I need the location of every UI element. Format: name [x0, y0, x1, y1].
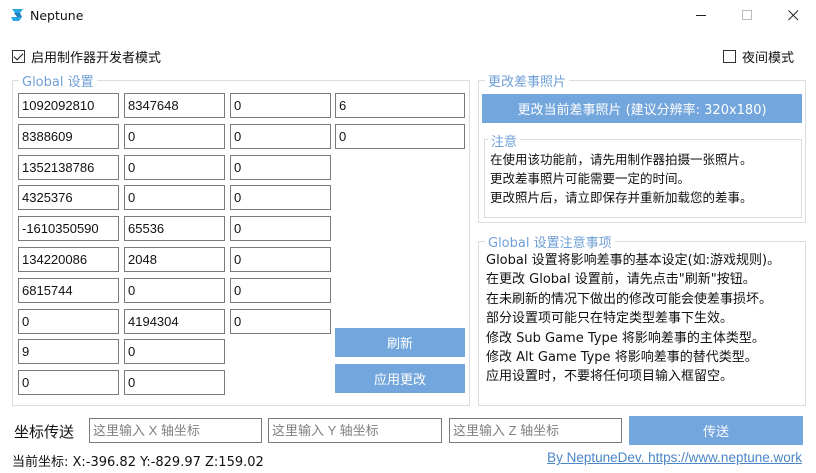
photo-note-title: 注意: [488, 131, 521, 150]
minimize-button[interactable]: [678, 0, 724, 31]
global-setting-field[interactable]: [230, 155, 331, 180]
tip-line: 在更改 Global 设置前，请先点击"刷新"按钮。: [486, 272, 756, 288]
global-setting-field[interactable]: [124, 278, 225, 303]
tip-line: 应用设置时，不要将任何项目输入框留空。: [486, 369, 734, 385]
global-notes-title: Global 设置注意事项: [485, 232, 615, 251]
global-setting-field[interactable]: [18, 309, 119, 334]
global-setting-field[interactable]: [18, 155, 119, 180]
global-setting-field[interactable]: [18, 93, 119, 118]
global-setting-field[interactable]: [230, 124, 331, 149]
global-setting-field[interactable]: [124, 155, 225, 180]
note-line: 在使用该功能前，请先用制作器拍摄一张照片。: [490, 152, 753, 167]
title-bar: Neptune: [0, 0, 816, 31]
global-setting-field[interactable]: [124, 124, 225, 149]
global-setting-field[interactable]: [335, 93, 465, 118]
dev-mode-checkbox[interactable]: 启用制作器开发者模式: [12, 47, 161, 66]
global-settings-title: Global 设置: [19, 71, 97, 90]
global-setting-field[interactable]: [18, 185, 119, 210]
global-setting-field[interactable]: [230, 185, 331, 210]
window-title: Neptune: [30, 8, 84, 23]
global-setting-field[interactable]: [124, 247, 225, 272]
tip-line: Global 设置将影响差事的基本设定(如:游戏规则)。: [486, 253, 781, 268]
global-setting-field[interactable]: [124, 185, 225, 210]
website-link[interactable]: By NeptuneDev. https://www.neptune.work: [547, 450, 802, 465]
y-coordinate-input[interactable]: [268, 418, 442, 443]
teleport-button[interactable]: 传送: [629, 416, 803, 445]
z-coordinate-input[interactable]: [449, 418, 622, 443]
global-setting-field[interactable]: [335, 124, 465, 149]
current-coordinates: 当前坐标: X:-396.82 Y:-829.97 Z:159.02: [12, 455, 264, 470]
global-setting-field[interactable]: [18, 216, 119, 241]
close-button[interactable]: [770, 0, 816, 31]
global-setting-field[interactable]: [18, 370, 119, 395]
global-setting-field[interactable]: [18, 247, 119, 272]
close-icon: [787, 10, 798, 21]
global-setting-field[interactable]: [18, 278, 119, 303]
night-mode-label: 夜间模式: [742, 51, 795, 66]
global-setting-field[interactable]: [18, 339, 119, 364]
refresh-button[interactable]: 刷新: [335, 328, 465, 357]
dev-mode-label: 启用制作器开发者模式: [31, 51, 162, 66]
maximize-button[interactable]: [724, 0, 770, 31]
app-logo-icon: [11, 9, 23, 21]
x-coordinate-input[interactable]: [89, 418, 262, 443]
global-notes-lines: Global 设置将影响差事的基本设定(如:游戏规则)。 在更改 Global …: [486, 251, 780, 387]
note-line: 更改照片后，请立即保存并重新加载您的差事。: [490, 190, 753, 205]
change-photo-button[interactable]: 更改当前差事照片 (建议分辨率: 320x180): [482, 94, 802, 123]
checkbox-checked-icon: [12, 50, 25, 63]
apply-changes-button[interactable]: 应用更改: [335, 364, 465, 393]
global-setting-field[interactable]: [124, 339, 225, 364]
tip-line: 修改 Alt Game Type 将影响差事的替代类型。: [486, 350, 758, 366]
global-setting-field[interactable]: [230, 93, 331, 118]
global-setting-field[interactable]: [230, 309, 331, 334]
global-setting-field[interactable]: [18, 124, 119, 149]
note-line: 更改差事照片可能需要一定的时间。: [490, 171, 691, 186]
global-setting-field[interactable]: [124, 370, 225, 395]
photo-group-title: 更改差事照片: [485, 71, 570, 90]
global-setting-field[interactable]: [124, 216, 225, 241]
photo-note-lines: 在使用该功能前，请先用制作器拍摄一张照片。 更改差事照片可能需要一定的时间。 更…: [490, 150, 753, 207]
checkbox-unchecked-icon: [723, 50, 736, 63]
global-setting-field[interactable]: [124, 309, 225, 334]
night-mode-checkbox[interactable]: 夜间模式: [723, 47, 794, 66]
global-setting-field[interactable]: [124, 93, 225, 118]
tip-line: 修改 Sub Game Type 将影响差事的主体类型。: [486, 330, 765, 346]
minimize-icon: [695, 15, 706, 16]
global-setting-field[interactable]: [230, 216, 331, 241]
maximize-icon: [741, 10, 752, 20]
tip-line: 在未刷新的情况下做出的修改可能会使差事损坏。: [486, 291, 773, 307]
tip-line: 部分设置项可能只在特定类型差事下生效。: [486, 311, 734, 327]
global-setting-field[interactable]: [230, 278, 331, 303]
global-setting-field[interactable]: [230, 247, 331, 272]
teleport-label: 坐标传送: [14, 423, 75, 441]
